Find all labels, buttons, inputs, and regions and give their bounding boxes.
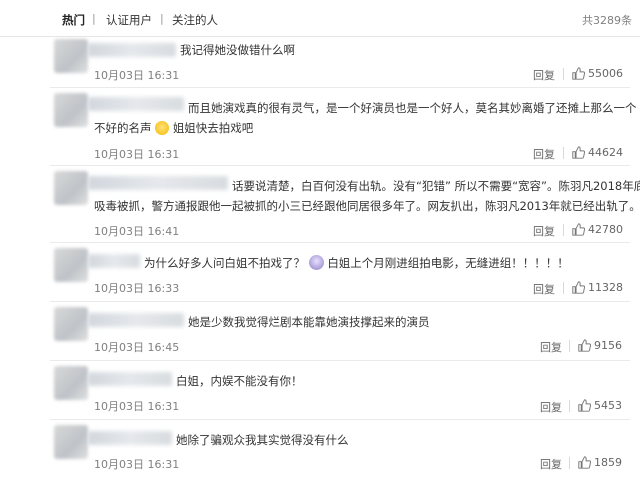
comment-divider [50, 242, 630, 243]
comment-item: 白姐，内娱不能没有你！ 10月03日 16:31 回复 5453 [0, 362, 640, 420]
comment-text-part: 不好的名声 [94, 121, 152, 135]
thumb-up-icon [572, 146, 585, 159]
like-button[interactable]: 5453 [578, 399, 622, 412]
comment-divider [50, 165, 630, 166]
action-divider [569, 340, 570, 352]
like-button[interactable]: 42780 [572, 223, 623, 236]
thumb-up-icon [572, 281, 585, 294]
reply-button[interactable]: 回复 [540, 399, 562, 415]
like-button[interactable]: 1859 [578, 456, 622, 469]
comment-time: 10月03日 16:31 [94, 148, 180, 161]
comment-text-line1: 为什么好多人问白姐不拍戏了？ 白姐上个月刚进组拍电影，无缝进组！！！！！ [144, 254, 569, 273]
comment-text: 话要说清楚，白百何没有出轨。没有“犯错” 所以不需要“宽容”。陈羽凡2018年底 [232, 179, 640, 193]
comment-text-part: 为什么好多人问白姐不拍戏了？ [144, 256, 305, 270]
avatar[interactable] [54, 39, 88, 73]
username[interactable] [88, 431, 172, 445]
thumb-up-icon [578, 456, 591, 469]
comment-text: 白姐，内娱不能没有你！ [176, 374, 303, 388]
like-count: 44624 [588, 146, 623, 159]
like-button[interactable]: 55006 [572, 67, 623, 80]
comment-item: 我记得她没做错什么啊 10月03日 16:31 回复 55006 [0, 37, 640, 88]
tab-following[interactable]: 关注的人 [172, 12, 218, 28]
comment-divider [50, 87, 630, 88]
thumb-up-icon [572, 67, 585, 80]
smiling-emoji-icon [308, 255, 324, 270]
thumb-up-icon [578, 399, 591, 412]
reply-button[interactable]: 回复 [533, 146, 555, 162]
comment-item: 她除了骗观众我其实觉得没有什么 10月03日 16:31 回复 1859 [0, 421, 640, 477]
comment-time: 10月03日 16:33 [94, 282, 180, 295]
comment-time: 10月03日 16:31 [94, 458, 180, 471]
thumb-up-icon [572, 223, 585, 236]
comment-text: 而且她演戏真的很有灵气，是一个好演员也是一个好人，莫名其妙离婚了还摊上那么一个 [188, 101, 637, 115]
laughing-emoji-icon [155, 121, 170, 135]
like-count: 1859 [594, 456, 622, 469]
comment-time: 10月03日 16:31 [94, 400, 180, 413]
reply-button[interactable]: 回复 [533, 67, 555, 83]
avatar[interactable] [54, 171, 88, 205]
reply-button[interactable]: 回复 [533, 223, 555, 239]
comment-text: 她除了骗观众我其实觉得没有什么 [176, 433, 349, 447]
avatar[interactable] [54, 248, 88, 282]
comment-time: 10月03日 16:45 [94, 341, 180, 354]
comment-filter-bar: 热门 | 认证用户 | 关注的人 共3289条 [0, 0, 640, 37]
tab-verified-users[interactable]: 认证用户 [106, 12, 152, 28]
like-count: 42780 [588, 223, 623, 236]
comment-text-part: 白姐上个月刚进组拍电影，无缝进组！！！！！ [327, 256, 569, 270]
tab-separator: | [160, 12, 164, 25]
reply-button[interactable]: 回复 [540, 456, 562, 472]
comment-text: 她是少数我觉得烂剧本能靠她演技撑起来的演员 [188, 315, 430, 329]
comment-time: 10月03日 16:31 [94, 69, 180, 82]
like-count: 5453 [594, 399, 622, 412]
comment-text: 我记得她没做错什么啊 [180, 43, 295, 57]
reply-button[interactable]: 回复 [533, 281, 555, 297]
username[interactable] [88, 97, 184, 111]
like-count: 9156 [594, 339, 622, 352]
username[interactable] [88, 254, 140, 268]
comment-divider [50, 301, 630, 302]
comment-total-count: 共3289条 [582, 14, 632, 27]
avatar[interactable] [54, 93, 88, 127]
comment-time: 10月03日 16:41 [94, 225, 180, 238]
username[interactable] [88, 372, 172, 386]
username[interactable] [88, 176, 228, 190]
tab-hot[interactable]: 热门 [62, 12, 85, 28]
action-divider [563, 224, 564, 236]
comment-item: 话要说清楚，白百何没有出轨。没有“犯错” 所以不需要“宽容”。陈羽凡2018年底… [0, 167, 640, 243]
action-divider [563, 282, 564, 294]
comment-text-part: 姐姐快去拍戏吧 [172, 121, 254, 135]
action-divider [569, 400, 570, 412]
avatar[interactable] [54, 366, 88, 400]
reply-button[interactable]: 回复 [540, 339, 562, 355]
action-divider [569, 457, 570, 469]
comment-item: 而且她演戏真的很有灵气，是一个好演员也是一个好人，莫名其妙离婚了还摊上那么一个 … [0, 89, 640, 166]
avatar[interactable] [54, 425, 88, 459]
like-count: 11328 [588, 281, 623, 294]
comment-divider [50, 360, 630, 361]
like-button[interactable]: 11328 [572, 281, 623, 294]
comment-item: 她是少数我觉得烂剧本能靠她演技撑起来的演员 10月03日 16:45 回复 91… [0, 303, 640, 361]
like-button[interactable]: 9156 [578, 339, 622, 352]
action-divider [563, 68, 564, 80]
username[interactable] [88, 43, 176, 57]
like-button[interactable]: 44624 [572, 146, 623, 159]
tab-separator: | [92, 12, 96, 25]
comment-divider [50, 419, 630, 420]
action-divider [563, 147, 564, 159]
like-count: 55006 [588, 67, 623, 80]
comment-text-line2: 不好的名声 姐姐快去拍戏吧 [94, 119, 253, 138]
comment-item: 为什么好多人问白姐不拍戏了？ 白姐上个月刚进组拍电影，无缝进组！！！！！ 10月… [0, 244, 640, 302]
username[interactable] [88, 313, 184, 327]
avatar[interactable] [54, 307, 88, 341]
thumb-up-icon [578, 339, 591, 352]
comment-text-line2: 吸毒被抓，警方通报跟他一起被抓的小三已经跟他同居很多年了。网友扒出，陈羽凡201… [94, 199, 640, 213]
